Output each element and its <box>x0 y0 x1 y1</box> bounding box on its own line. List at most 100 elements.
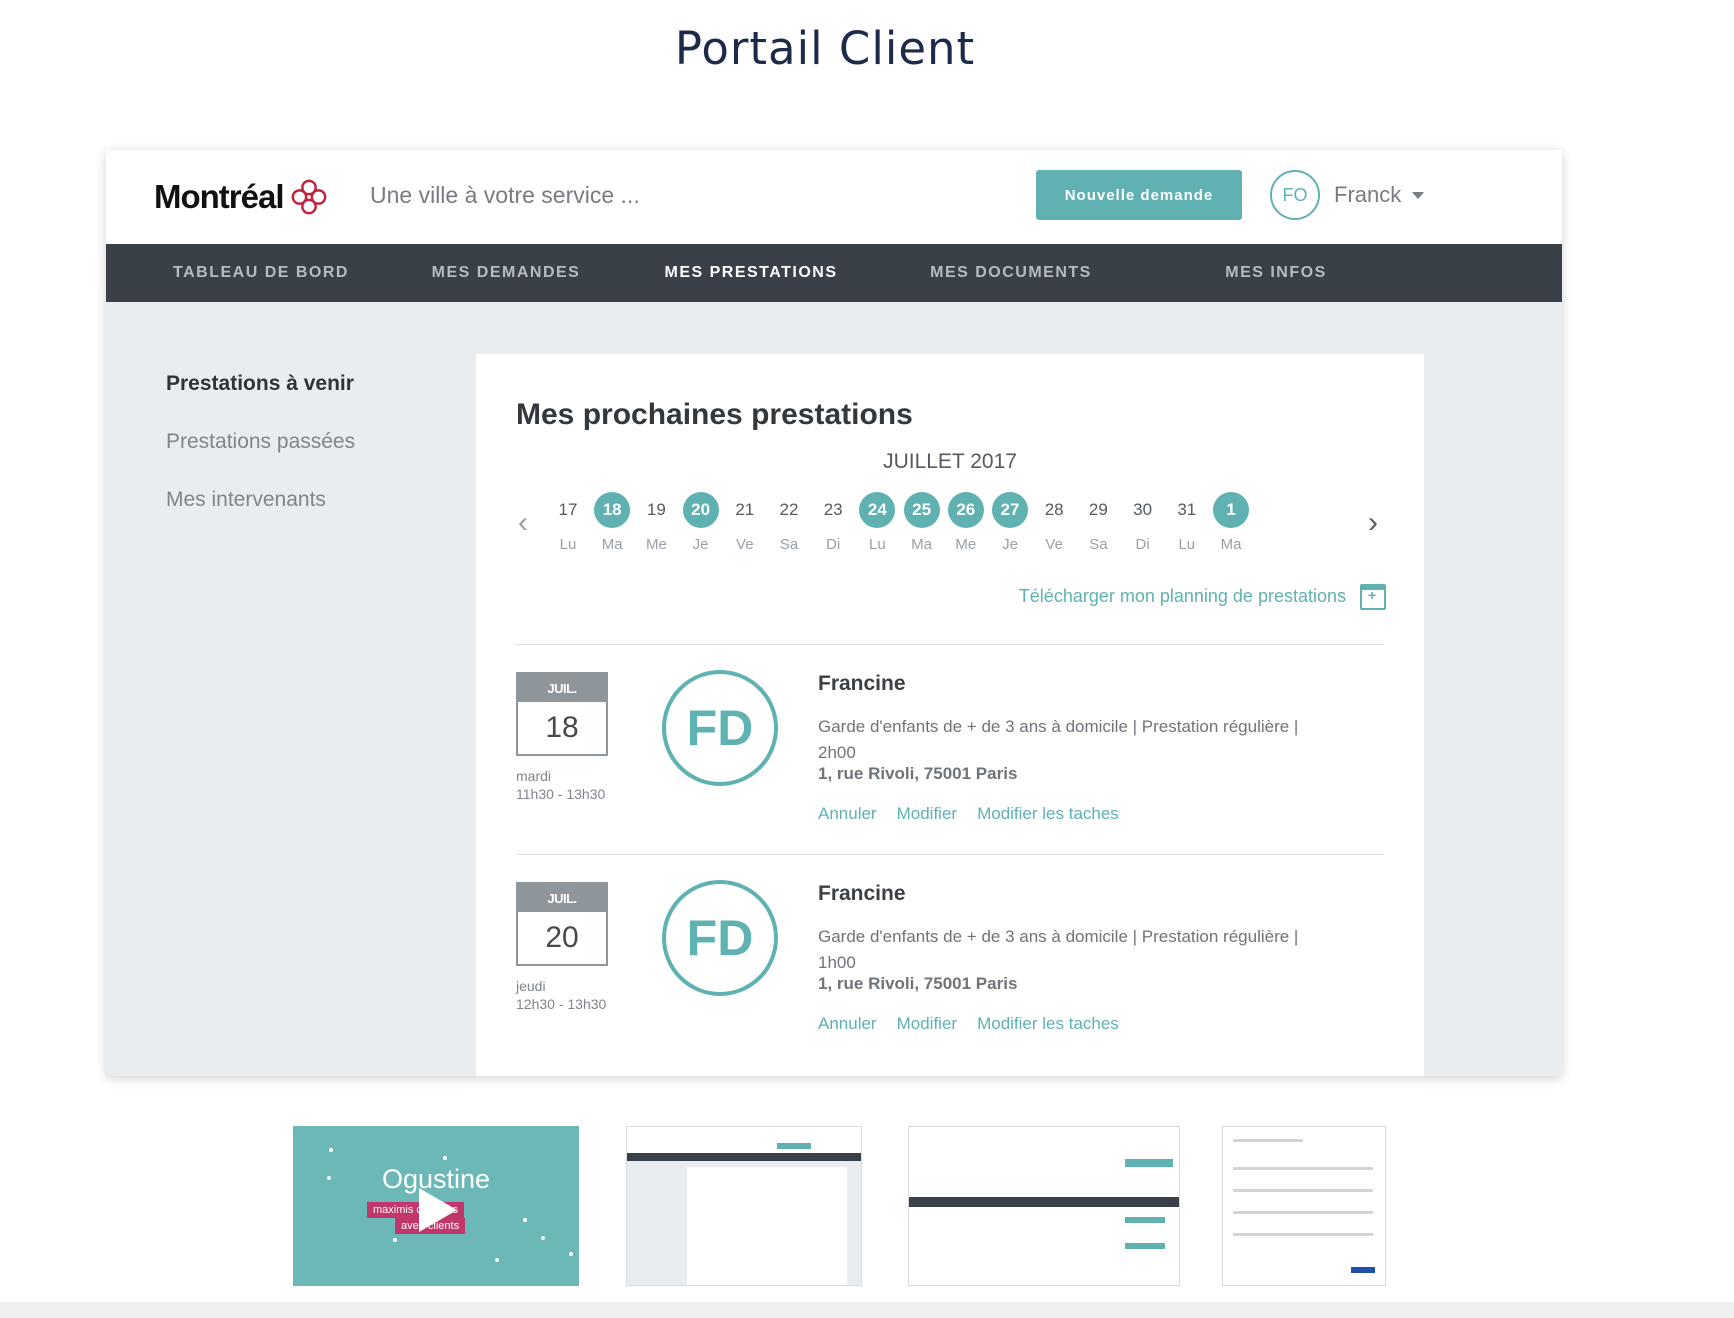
calendar-day[interactable]: 22 Sa <box>769 492 809 553</box>
chevron-left-icon[interactable]: ‹ <box>518 506 528 540</box>
portal-screenshot: Montréal Une ville à votre service ... N… <box>106 150 1562 1076</box>
calendar-day[interactable]: 21 Ve <box>725 492 765 553</box>
calendar-day-number: 1 <box>1213 492 1249 528</box>
card-title: Mes prochaines prestations <box>516 398 913 431</box>
calendar-day[interactable]: 30 Di <box>1123 492 1163 553</box>
calendar-day[interactable]: 27 Je <box>990 492 1030 553</box>
calendar-day-number: 20 <box>682 492 719 528</box>
calendar-day-number: 19 <box>646 500 666 519</box>
calendar-day[interactable]: 29 Sa <box>1078 492 1118 553</box>
mini-button <box>777 1143 811 1149</box>
provider-avatar: FD <box>662 670 778 786</box>
date-badge: JUIL. 18 <box>516 672 608 756</box>
calendar-day[interactable]: 28 Ve <box>1034 492 1074 553</box>
calendar-day[interactable]: 23 Di <box>813 492 853 553</box>
video-thumbnail[interactable]: Ogustine maximis changes aved clients <box>293 1126 579 1286</box>
calendar-day-weekday: Sa <box>779 536 799 553</box>
calendar-day[interactable]: 1 Ma <box>1211 492 1251 553</box>
decor-dot <box>393 1238 397 1242</box>
screenshot-thumbnail-form[interactable] <box>1222 1126 1386 1286</box>
edit-tasks-link[interactable]: Modifier les taches <box>977 804 1119 824</box>
mini-button <box>1125 1243 1165 1249</box>
play-icon[interactable] <box>419 1188 457 1232</box>
sidebar-item-prestations-passees[interactable]: Prestations passées <box>166 430 355 454</box>
calendar-day-weekday: Ma <box>601 536 623 553</box>
decor-dot <box>495 1258 499 1262</box>
calendar-day[interactable]: 18 Ma <box>592 492 632 553</box>
sidebar-item-mes-intervenants[interactable]: Mes intervenants <box>166 488 326 512</box>
calendar-day-number: 25 <box>903 492 940 528</box>
montreal-logo[interactable]: Montréal <box>154 170 328 224</box>
mini-line <box>1233 1211 1373 1214</box>
cancel-link[interactable]: Annuler <box>818 1014 877 1034</box>
calendar-day-number: 28 <box>1044 500 1064 519</box>
edit-tasks-link[interactable]: Modifier les taches <box>977 1014 1119 1034</box>
bottom-strip <box>0 1302 1734 1318</box>
calendar-day-weekday: Sa <box>1089 536 1108 553</box>
screenshot-thumbnail-prestations[interactable] <box>626 1126 862 1286</box>
mini-button <box>1351 1267 1375 1273</box>
calendar-day-weekday: Je <box>692 536 709 553</box>
calendar-day[interactable]: 19 Me <box>636 492 676 553</box>
decor-dot <box>541 1236 545 1240</box>
calendar-day-number: 22 <box>779 500 799 519</box>
screenshot-thumbnail-demandes[interactable] <box>908 1126 1180 1286</box>
calendar-day-number: 21 <box>735 500 755 519</box>
calendar-day-weekday: Je <box>1002 536 1018 553</box>
provider-name: Francine <box>818 882 906 905</box>
calendar-day[interactable]: 17 Lu <box>548 492 588 553</box>
cancel-link[interactable]: Annuler <box>818 804 877 824</box>
nav-mes-documents[interactable]: MES DOCUMENTS <box>886 244 1136 302</box>
tagline: Une ville à votre service ... <box>370 182 640 208</box>
calendar-day[interactable]: 25 Ma <box>902 492 942 553</box>
edit-link[interactable]: Modifier <box>897 804 957 824</box>
date-month: JUIL. <box>518 674 606 702</box>
calendar-day-number: 30 <box>1133 500 1153 519</box>
date-day: 20 <box>545 921 579 954</box>
calendar-day-weekday: Ma <box>1220 536 1242 553</box>
calendar-day[interactable]: 26 Me <box>946 492 986 553</box>
calendar-day-weekday: Di <box>1135 536 1150 553</box>
nav-mes-infos[interactable]: MES INFOS <box>1166 244 1386 302</box>
calendar-add-icon[interactable] <box>1360 584 1386 610</box>
mini-header <box>627 1141 861 1153</box>
service-address: 1, rue Rivoli, 75001 Paris <box>818 974 1018 993</box>
calendar-day-number: 24 <box>859 492 896 528</box>
service-description: Garde d'enfants de + de 3 ans à domicile… <box>818 712 1358 768</box>
mini-line <box>1233 1233 1373 1236</box>
new-request-button[interactable]: Nouvelle demande <box>1036 170 1242 220</box>
chevron-down-icon[interactable] <box>1412 192 1424 199</box>
mini-line <box>1233 1189 1373 1192</box>
calendar-day-number: 17 <box>558 500 578 519</box>
mini-button <box>1125 1159 1173 1167</box>
calendar-day-number: 31 <box>1177 500 1197 519</box>
user-avatar[interactable]: FO <box>1270 170 1320 220</box>
top-bar: Montréal Une ville à votre service ... N… <box>106 150 1562 244</box>
user-name[interactable]: Franck <box>1334 182 1401 208</box>
mini-button <box>1125 1217 1165 1223</box>
calendar-day-number: 29 <box>1088 500 1108 519</box>
nav-tableau-de-bord[interactable]: TABLEAU DE BORD <box>146 244 376 302</box>
calendar-day[interactable]: 24 Lu <box>857 492 897 553</box>
calendar-day-number: 27 <box>992 492 1028 528</box>
nav-mes-prestations[interactable]: MES PRESTATIONS <box>631 244 871 302</box>
sidebar-item-prestations-a-venir[interactable]: Prestations à venir <box>166 372 354 396</box>
calendar-day[interactable]: 20 Je <box>681 492 721 553</box>
calendar-day-weekday: Lu <box>869 536 886 553</box>
download-planning-link[interactable]: Télécharger mon planning de prestations <box>1019 586 1346 607</box>
decor-dot <box>443 1156 447 1160</box>
logo-text: Montréal <box>154 178 285 215</box>
calendar-day[interactable]: 31 Lu <box>1167 492 1207 553</box>
provider-avatar: FD <box>662 880 778 996</box>
appointment-actions: Annuler Modifier Modifier les taches <box>818 1014 1119 1034</box>
provider-name: Francine <box>818 672 906 695</box>
calendar-month: JUILLET 2017 <box>883 450 1017 473</box>
service-address: 1, rue Rivoli, 75001 Paris <box>818 764 1018 783</box>
edit-link[interactable]: Modifier <box>897 1014 957 1034</box>
calendar-day-number: 26 <box>947 492 984 528</box>
calendar-day-weekday: Ma <box>911 536 933 553</box>
chevron-right-icon[interactable]: › <box>1368 506 1378 540</box>
nav-mes-demandes[interactable]: MES DEMANDES <box>396 244 616 302</box>
mini-header <box>909 1141 1179 1145</box>
calendar-day-weekday: Me <box>955 536 977 553</box>
